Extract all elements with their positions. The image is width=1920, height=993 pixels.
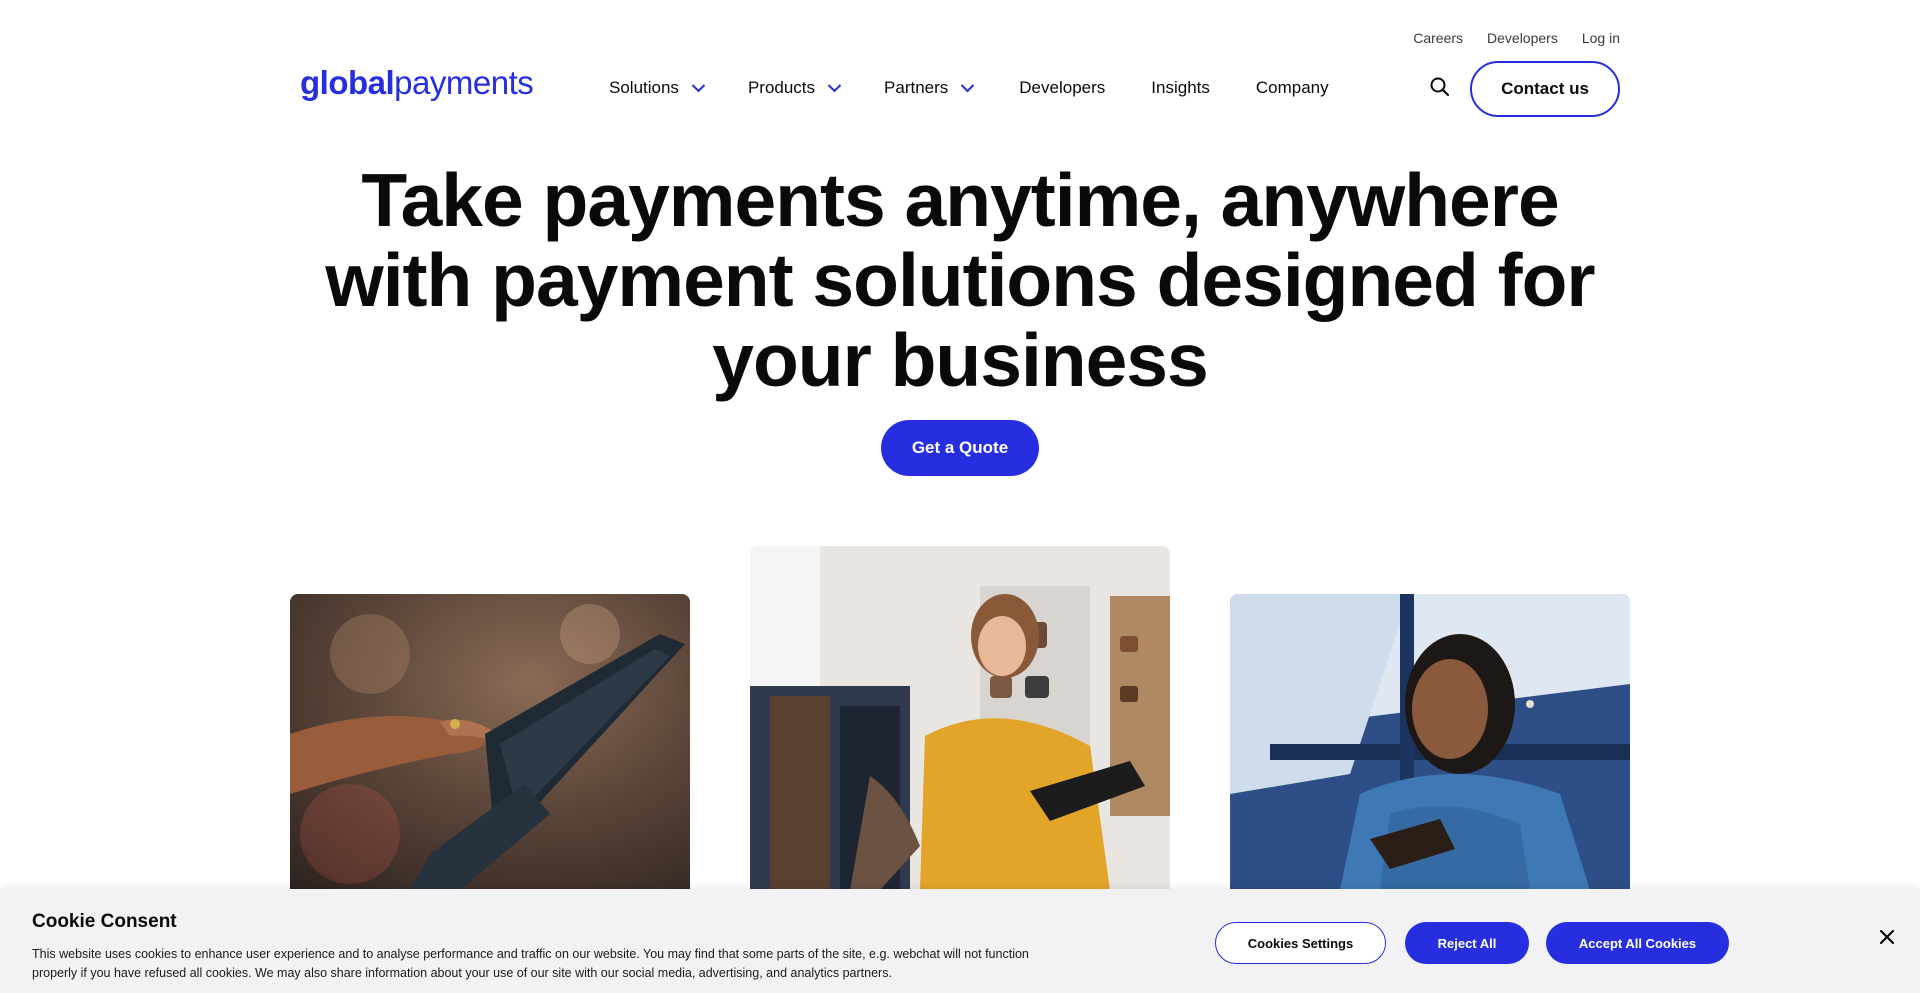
contact-us-button[interactable]: Contact us [1470,61,1620,117]
cookie-consent-title: Cookie Consent [32,911,177,932]
nav-label-products: Products [747,78,816,97]
retail-store-woman-photo [750,546,1170,890]
cookies-settings-button[interactable]: Cookies Settings [1215,922,1386,964]
accept-all-cookies-button[interactable]: Accept All Cookies [1546,922,1729,964]
hero-headline-line-3: your business [712,318,1208,402]
careers-link[interactable]: Careers [1413,30,1463,46]
developers-utility-link[interactable]: Developers [1487,30,1558,46]
get-a-quote-button[interactable]: Get a Quote [881,420,1039,476]
pos-terminal-photo [290,594,690,890]
nav-item-partners[interactable]: Partners [884,78,975,98]
nav-label-solutions: Solutions [609,78,679,97]
cookie-consent-banner: Cookie Consent This website uses cookies… [0,889,1920,993]
logo-text-bold: global [300,64,395,101]
hero-headline-line-1: Take payments anytime, anywhere [361,158,1559,242]
global-payments-logo[interactable]: global payments [300,64,534,102]
chevron-down-icon [827,84,842,93]
hero-headline-line-2: with payment solutions designed for [325,238,1595,322]
nav-item-insights[interactable]: Insights [1151,78,1210,98]
main-nav: Solutions Products Partners Developers I… [609,78,1329,98]
hero-headline: Take payments anytime, anywhere with pay… [0,160,1920,400]
login-link[interactable]: Log in [1582,30,1620,46]
logo-text-light: payments [394,64,534,101]
chevron-down-icon [691,84,706,93]
nav-label-developers: Developers [1019,78,1106,97]
nav-item-company[interactable]: Company [1256,78,1329,98]
utility-nav: Careers Developers Log in [1413,30,1620,46]
nav-label-partners: Partners [884,78,949,97]
happy-customer-photo [1230,594,1630,890]
nav-label-insights: Insights [1151,78,1210,97]
reject-all-button[interactable]: Reject All [1405,922,1529,964]
nav-item-solutions[interactable]: Solutions [609,78,706,98]
nav-label-company: Company [1255,78,1329,97]
close-icon[interactable] [1878,928,1896,946]
search-icon [1430,77,1450,97]
search-button[interactable] [1428,75,1452,99]
nav-item-developers[interactable]: Developers [1019,78,1105,98]
cookie-consent-text: This website uses cookies to enhance use… [32,947,1029,980]
chevron-down-icon [961,84,975,93]
nav-item-products[interactable]: Products [748,78,842,98]
